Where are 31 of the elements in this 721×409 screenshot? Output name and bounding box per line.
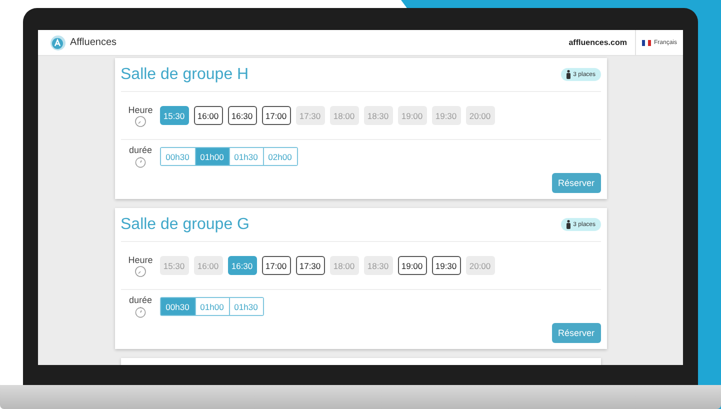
person-icon	[566, 70, 572, 79]
room-title: Salle de groupe H	[120, 66, 249, 84]
person-icon	[566, 220, 572, 229]
room-title: Salle de groupe G	[120, 216, 250, 234]
clock-icon	[135, 266, 146, 276]
clock-icon	[135, 116, 146, 126]
time-slot-button[interactable]: 17:00	[262, 256, 290, 275]
duration-button[interactable]: 01h00	[194, 148, 228, 165]
time-slot-button[interactable]: 16:30	[228, 106, 256, 125]
brand-name: Affluences	[70, 37, 117, 48]
duration-button[interactable]: 01h30	[228, 298, 262, 315]
stopwatch-icon	[135, 156, 146, 168]
time-slot-button[interactable]: 19:00	[398, 256, 426, 275]
hour-label: Heure	[128, 254, 153, 264]
time-slot-button[interactable]: 15:30	[160, 106, 188, 125]
duration-label: durée	[128, 145, 152, 155]
time-slot-button[interactable]: 16:00	[194, 106, 222, 125]
time-slot-button[interactable]: 17:30	[296, 256, 324, 275]
duration-button[interactable]: 02h00	[262, 148, 296, 165]
reserve-button[interactable]: Réserver	[552, 323, 600, 343]
duration-button[interactable]: 00h30	[160, 298, 194, 315]
hour-label: Heure	[128, 104, 153, 114]
logo-icon	[50, 34, 66, 50]
flag-icon	[642, 40, 651, 46]
time-slot-button[interactable]: 19:30	[432, 256, 460, 275]
time-slot-button[interactable]: 16:30	[228, 256, 256, 275]
site-link[interactable]: affluences.com	[560, 38, 635, 47]
reserve-button[interactable]: Réserver	[552, 173, 600, 193]
duration-label: durée	[128, 295, 152, 305]
stopwatch-icon	[135, 306, 146, 318]
time-slot-button[interactable]: 17:00	[262, 106, 290, 125]
